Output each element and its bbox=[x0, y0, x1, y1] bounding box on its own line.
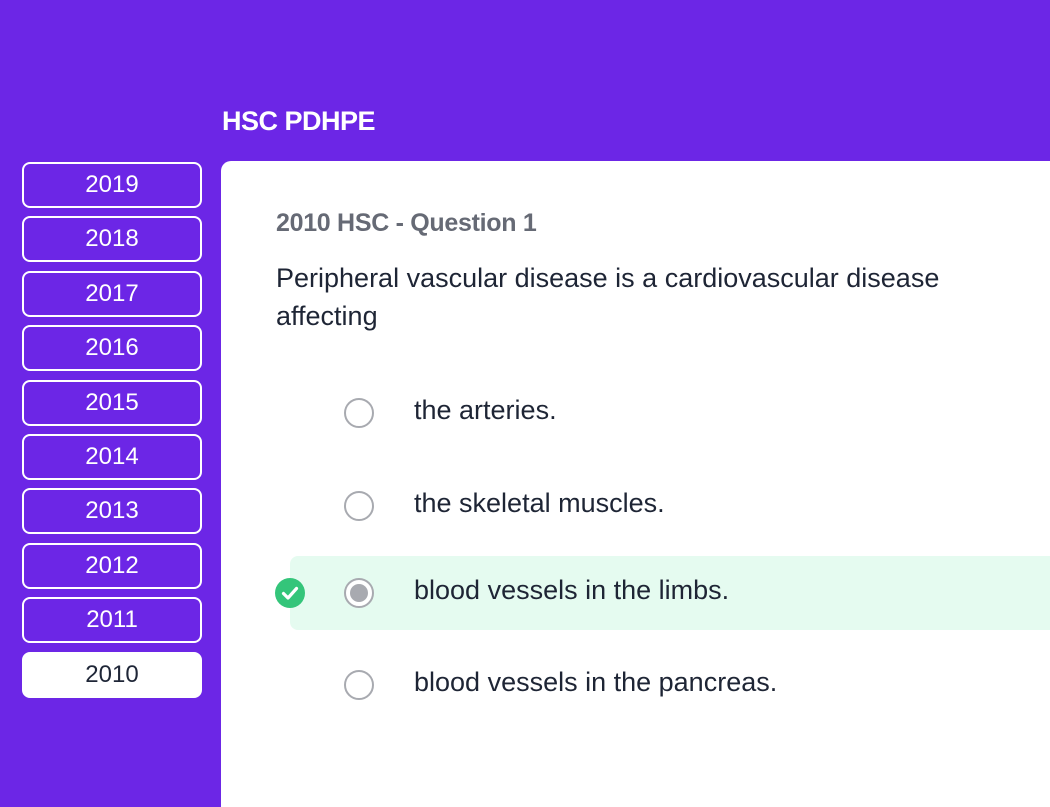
year-button-2015[interactable]: 2015 bbox=[22, 379, 202, 426]
question-label: 2010 HSC - Question 1 bbox=[276, 209, 537, 237]
answer-option-text: blood vessels in the pancreas. bbox=[414, 667, 778, 697]
answer-option-text: the skeletal muscles. bbox=[414, 488, 665, 518]
year-button-2014[interactable]: 2014 bbox=[22, 433, 202, 480]
answer-option-text: blood vessels in the limbs. bbox=[414, 575, 730, 605]
answer-option-c[interactable]: blood vessels in the limbs. bbox=[275, 556, 1050, 630]
radio-button[interactable] bbox=[344, 491, 374, 521]
answer-option-d[interactable]: blood vessels in the pancreas. bbox=[290, 648, 1050, 722]
year-button-2011[interactable]: 2011 bbox=[22, 597, 202, 644]
year-button-2018[interactable]: 2018 bbox=[22, 216, 202, 263]
answer-option-b[interactable]: the skeletal muscles. bbox=[290, 469, 1050, 543]
answer-option-text: the arteries. bbox=[414, 395, 557, 425]
question-card: 2010 HSC - Question 1 Peripheral vascula… bbox=[221, 161, 1050, 807]
answer-option-a[interactable]: the arteries. bbox=[290, 376, 1050, 450]
question-text: Peripheral vascular disease is a cardiov… bbox=[276, 263, 940, 331]
page-title: HSC PDHPE bbox=[222, 106, 376, 136]
radio-button-selected[interactable] bbox=[344, 578, 374, 608]
year-list: 2019 2018 2017 2016 2015 2014 2013 2012 … bbox=[22, 162, 202, 706]
radio-button[interactable] bbox=[344, 398, 374, 428]
year-button-2012[interactable]: 2012 bbox=[22, 542, 202, 589]
year-button-2019[interactable]: 2019 bbox=[22, 162, 202, 208]
year-button-2010[interactable]: 2010 bbox=[22, 651, 202, 698]
year-button-2013[interactable]: 2013 bbox=[22, 488, 202, 535]
year-button-2017[interactable]: 2017 bbox=[22, 270, 202, 317]
year-button-2016[interactable]: 2016 bbox=[22, 325, 202, 372]
radio-button[interactable] bbox=[344, 670, 374, 700]
check-circle-icon bbox=[275, 578, 305, 608]
